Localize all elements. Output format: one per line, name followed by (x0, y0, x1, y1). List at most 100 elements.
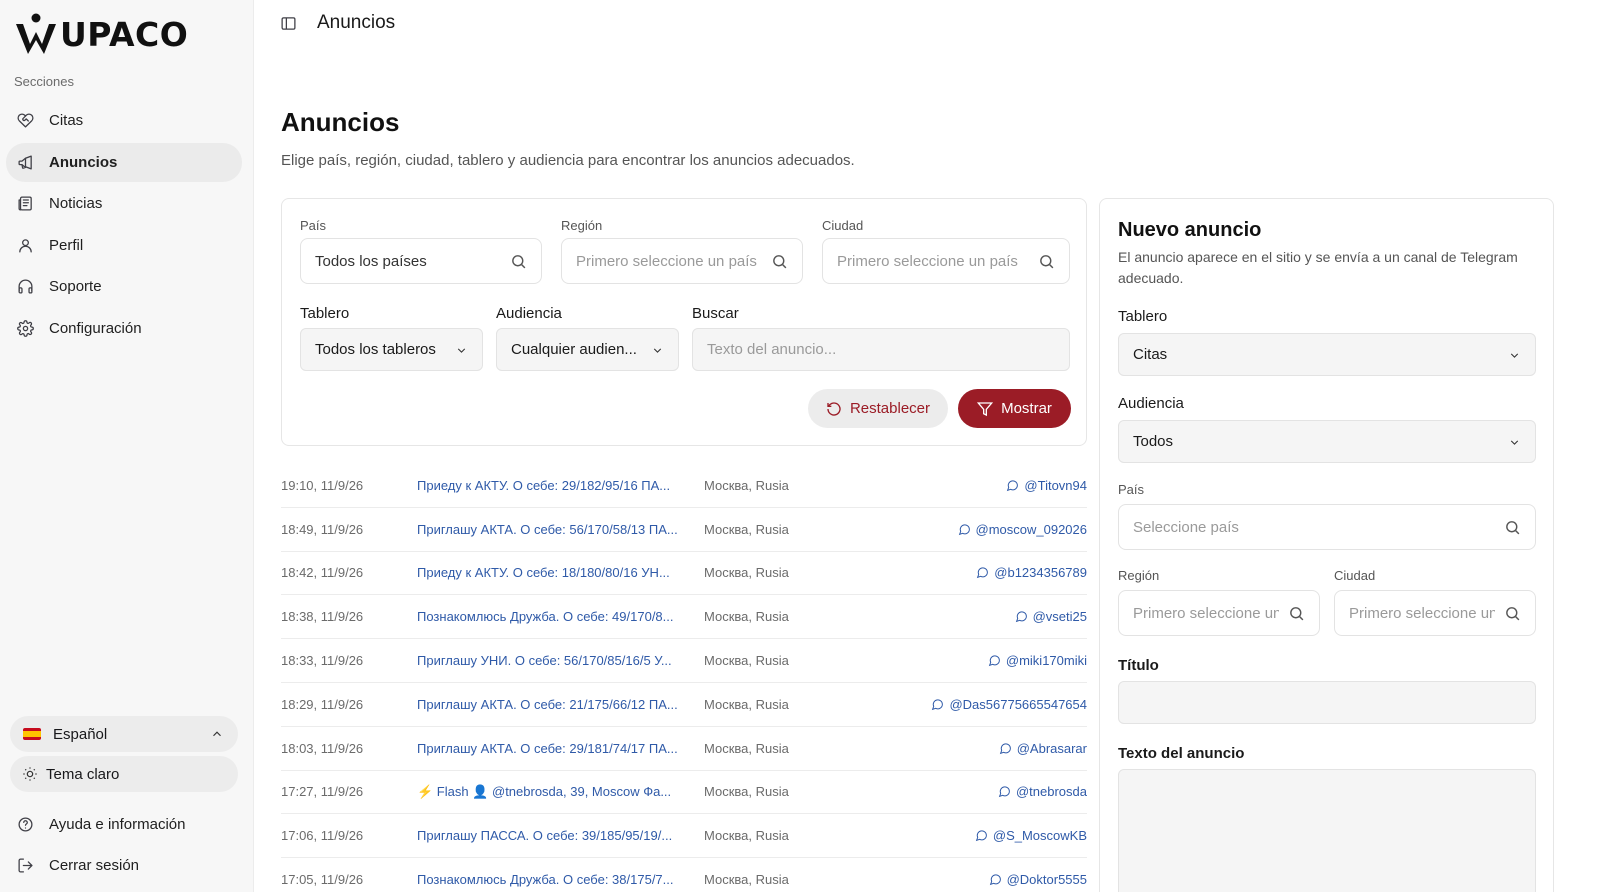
new-ad-city-placeholder: Primero seleccione un país (1349, 604, 1495, 622)
new-ad-country-input[interactable]: Seleccione país (1118, 504, 1536, 550)
city-filter-input[interactable]: Primero seleccione un país (822, 238, 1070, 284)
region-filter-label: Región (561, 218, 603, 233)
ad-title-link[interactable]: Приглашу УНИ. О себе: 56/170/85/16/5 У..… (417, 653, 701, 668)
new-ad-title-input[interactable] (1118, 681, 1536, 724)
ad-time: 18:42, 11/9/26 (281, 565, 364, 581)
sidebar-item-soporte[interactable]: Soporte (6, 267, 242, 306)
new-ad-board-select[interactable]: Citas (1118, 333, 1536, 376)
audience-filter-select[interactable]: Cualquier audien... (496, 328, 679, 371)
ad-time: 19:10, 11/9/26 (281, 477, 364, 493)
ad-user: @b1234356789 (994, 565, 1087, 581)
board-filter-value: Todos los tableros (315, 341, 436, 358)
ad-user: @Abrasarar (1016, 740, 1087, 756)
sidebar-toggle-icon[interactable] (280, 15, 297, 32)
gear-icon (16, 319, 34, 337)
sidebar-item-perfil[interactable]: Perfil (6, 226, 242, 265)
sidebar-item-citas[interactable]: Citas (6, 101, 242, 140)
sidebar-item-anuncios[interactable]: Anuncios (6, 142, 242, 182)
sidebar-item-label: Anuncios (49, 153, 118, 171)
sidebar-nav: Citas Anuncios Noticias Perfil Soporte C… (6, 101, 242, 350)
message-circle-icon (932, 699, 944, 711)
search-icon (773, 255, 787, 269)
country-filter-input[interactable]: Todos los países (300, 238, 542, 284)
ad-title-link[interactable]: Познакомлюсь Дружба. О себе: 38/175/7... (417, 872, 701, 887)
ad-time: 18:03, 11/9/26 (281, 740, 364, 756)
ad-user-link[interactable]: @b1234356789 (976, 565, 1087, 580)
new-ad-city-input[interactable]: Primero seleccione un país (1334, 590, 1536, 636)
ad-user: @Doktor5555 (1006, 872, 1087, 888)
ad-location: Москва, Rusia (704, 653, 789, 669)
new-ad-city-label: Ciudad (1334, 568, 1376, 583)
logout-label: Cerrar sesión (49, 857, 140, 874)
ad-title-link[interactable]: Познакомлюсь Дружба. О себе: 49/170/8... (417, 609, 701, 624)
help-link[interactable]: Ayuda e información (6, 805, 242, 844)
reset-button[interactable]: Restablecer (808, 389, 948, 428)
ad-user-link[interactable]: @Abrasarar (999, 741, 1087, 756)
sidebar-item-configuracion[interactable]: Configuración (6, 309, 242, 348)
ad-user: @tnebrosda (1015, 784, 1087, 800)
new-ad-audience-select[interactable]: Todos (1118, 420, 1536, 463)
new-ad-title: Nuevo anuncio (1118, 219, 1262, 241)
search-filter-input[interactable]: Texto del anuncio... (692, 328, 1070, 371)
show-button[interactable]: Mostrar (958, 389, 1071, 428)
filter-card: País Todos los países Región Primero sel… (281, 198, 1087, 446)
new-ad-text-area[interactable] (1118, 769, 1536, 892)
region-filter-input[interactable]: Primero seleccione un país (561, 238, 803, 284)
ad-title-link[interactable]: Приглашу ПАССА. О себе: 39/185/95/19/... (417, 828, 701, 843)
ad-time: 18:29, 11/9/26 (281, 696, 364, 712)
ad-title-link[interactable]: Приеду к АКТУ. О себе: 18/180/80/16 УН..… (417, 565, 701, 580)
message-circle-icon (989, 874, 1001, 886)
search-icon (1040, 255, 1054, 269)
ad-user-link[interactable]: @Das56775665547654 (931, 697, 1087, 712)
ad-time: 17:27, 11/9/26 (281, 784, 364, 800)
country-filter-label: País (300, 218, 327, 233)
ad-user-link[interactable]: @S_MoscowKB (975, 828, 1087, 843)
logout-icon (16, 857, 34, 875)
ad-user-link[interactable]: @Doktor5555 (989, 872, 1087, 887)
new-ad-region-input[interactable]: Primero seleccione un país (1118, 590, 1320, 636)
audience-filter-label: Audiencia (496, 305, 562, 322)
ad-time: 18:33, 11/9/26 (281, 653, 364, 669)
sidebar-item-label: Configuración (49, 319, 142, 337)
ad-title-link[interactable]: Приглашу АКТА. О себе: 56/170/58/13 ПА..… (417, 522, 701, 537)
ad-user-link[interactable]: @vseti25 (1015, 609, 1087, 624)
filter-icon (977, 401, 994, 416)
reset-label: Restablecer (849, 400, 931, 417)
ad-title-link[interactable]: Приеду к АКТУ. О себе: 29/182/95/16 ПА..… (417, 478, 701, 493)
page-subtitle: Elige país, región, ciudad, tablero y au… (281, 152, 855, 169)
ad-location: Москва, Rusia (704, 521, 789, 537)
ad-time: 17:06, 11/9/26 (281, 828, 364, 844)
table-row: 17:05, 11/9/26 Познакомлюсь Дружба. О се… (281, 858, 1087, 892)
sidebar-item-label: Noticias (49, 195, 103, 212)
logout-link[interactable]: Cerrar sesión (6, 846, 242, 885)
ad-location: Москва, Rusia (704, 828, 789, 844)
table-row: 17:06, 11/9/26 Приглашу ПАССА. О себе: 3… (281, 814, 1087, 859)
new-ad-audience-value: Todos (1133, 433, 1174, 450)
topbar-title: Anuncios (317, 12, 396, 33)
logo-mark-icon (16, 13, 56, 54)
logo-text: UPACO (60, 14, 189, 54)
ad-title-link[interactable]: ⚡ Flash 👤 @tnebrosda, 39, Moscow Фа... (417, 784, 701, 800)
ad-title-link[interactable]: Приглашу АКТА. О себе: 29/181/74/17 ПА..… (417, 741, 701, 756)
search-icon (1506, 521, 1520, 535)
language-selector[interactable]: Español (10, 716, 238, 752)
ad-user-link[interactable]: @tnebrosda (998, 784, 1087, 799)
logo[interactable]: UPACO (14, 12, 188, 56)
ad-time: 18:38, 11/9/26 (281, 609, 364, 625)
search-icon (1506, 607, 1520, 621)
table-row: 18:38, 11/9/26 Познакомлюсь Дружба. О се… (281, 595, 1087, 640)
chevron-down-icon (1510, 353, 1519, 358)
board-filter-select[interactable]: Todos los tableros (300, 328, 483, 371)
theme-toggle[interactable]: Tema claro (10, 756, 238, 792)
table-row: 19:10, 11/9/26 Приеду к АКТУ. О себе: 29… (281, 464, 1087, 508)
sun-icon (23, 767, 37, 781)
chevron-down-icon (1510, 440, 1519, 445)
ad-user-link[interactable]: @Titovn94 (1006, 478, 1087, 493)
ad-user-link[interactable]: @moscow_092026 (958, 522, 1087, 537)
chevron-down-icon (653, 348, 662, 353)
ad-user: @Das56775665547654 (949, 696, 1087, 712)
sidebar-item-noticias[interactable]: Noticias (6, 184, 242, 223)
ad-user-link[interactable]: @miki170miki (988, 653, 1087, 668)
ad-title-link[interactable]: Приглашу АКТА. О себе: 21/175/66/12 ПА..… (417, 697, 701, 712)
ad-user: @S_MoscowKB (992, 828, 1087, 844)
